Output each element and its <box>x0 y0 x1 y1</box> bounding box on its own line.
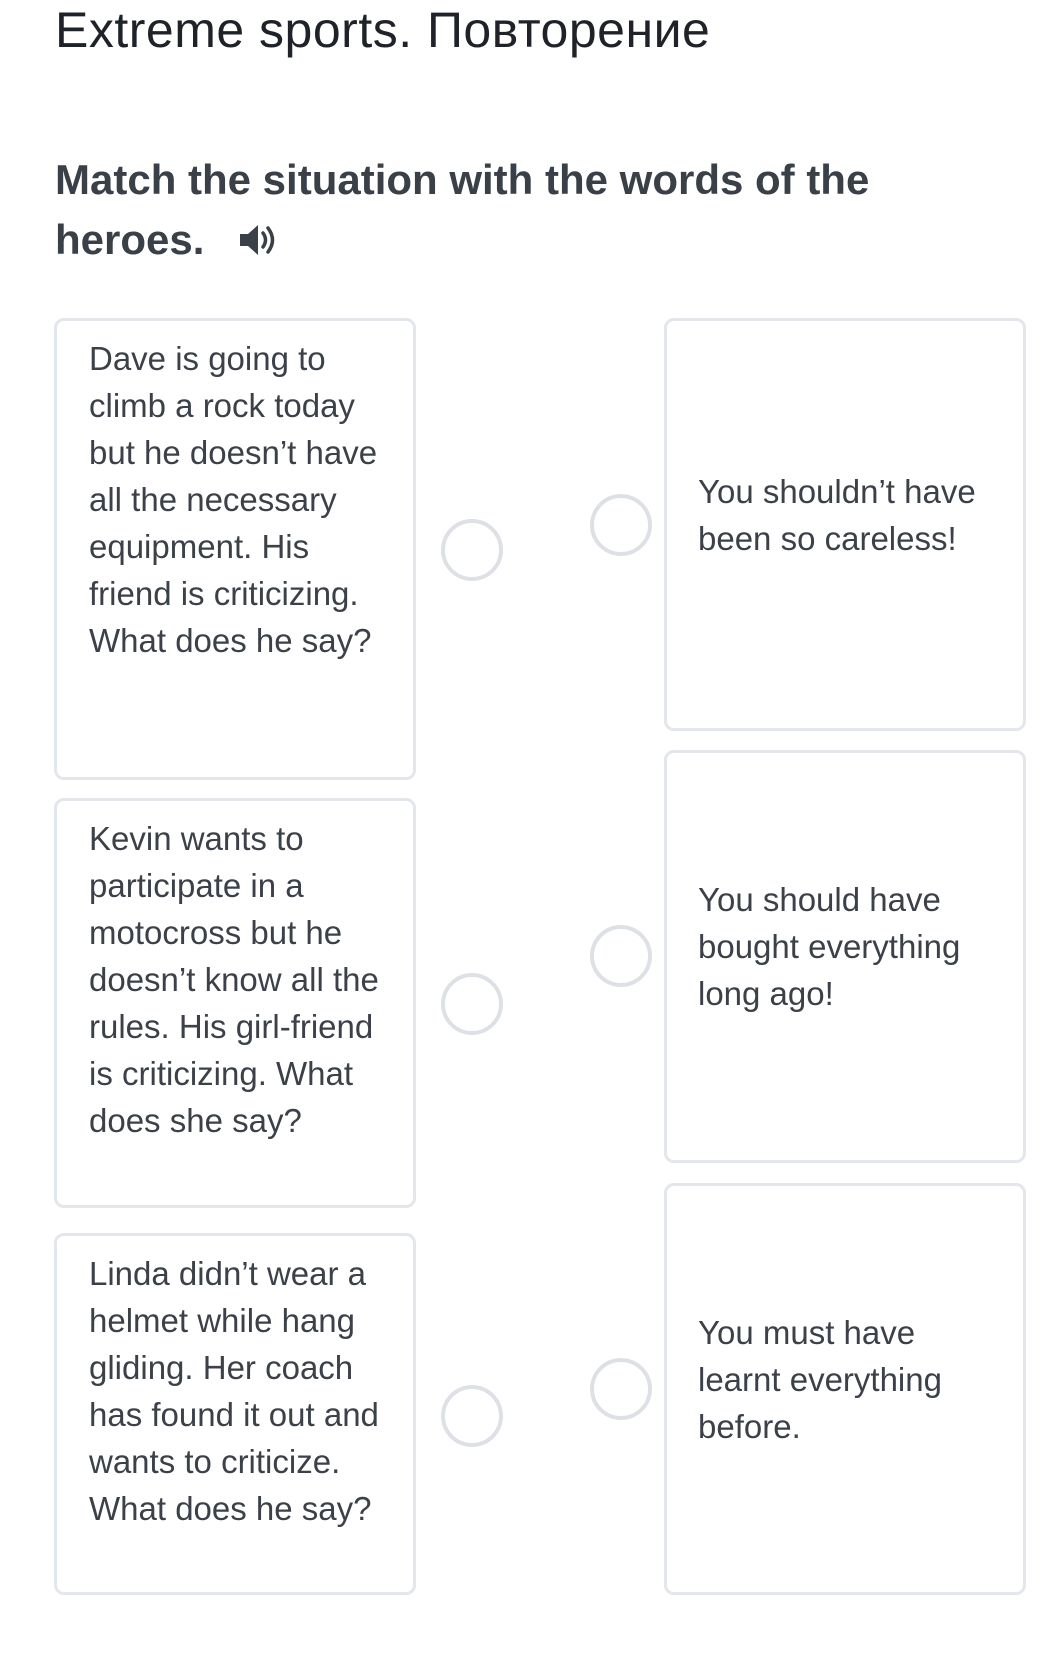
answer-radio-2[interactable] <box>590 925 652 987</box>
page-title: Extreme sports. Повторение <box>55 2 711 58</box>
situation-radio-3[interactable] <box>441 1385 503 1447</box>
answer-card-2[interactable]: You should have bought everything long a… <box>664 750 1026 1163</box>
situation-radio-2[interactable] <box>441 973 503 1035</box>
situation-radio-1[interactable] <box>441 519 503 581</box>
task-instruction-text: Match the situation with the words of th… <box>55 156 870 263</box>
answer-text-1: You shouldn’t have been so careless! <box>698 472 976 557</box>
situation-text-1: Dave is going to climb a rock today but … <box>89 340 378 659</box>
answer-text-3: You must have learnt everything before. <box>698 1313 942 1445</box>
speaker-icon[interactable] <box>236 220 282 260</box>
situation-card-1[interactable]: Dave is going to climb a rock today but … <box>54 318 416 780</box>
answer-text-2: You should have bought everything long a… <box>698 881 961 1012</box>
answer-card-1[interactable]: You shouldn’t have been so careless! <box>664 318 1026 731</box>
answer-radio-3[interactable] <box>590 1358 652 1420</box>
answer-card-3[interactable]: You must have learnt everything before. <box>664 1183 1026 1595</box>
situation-card-2[interactable]: Kevin wants to participate in a motocros… <box>54 798 416 1208</box>
situation-card-3[interactable]: Linda didn’t wear a helmet while hang gl… <box>54 1233 416 1595</box>
situation-text-3: Linda didn’t wear a helmet while hang gl… <box>89 1255 379 1527</box>
situation-text-2: Kevin wants to participate in a motocros… <box>89 820 379 1139</box>
task-instruction: Match the situation with the words of th… <box>55 150 995 270</box>
answer-radio-1[interactable] <box>590 494 652 556</box>
